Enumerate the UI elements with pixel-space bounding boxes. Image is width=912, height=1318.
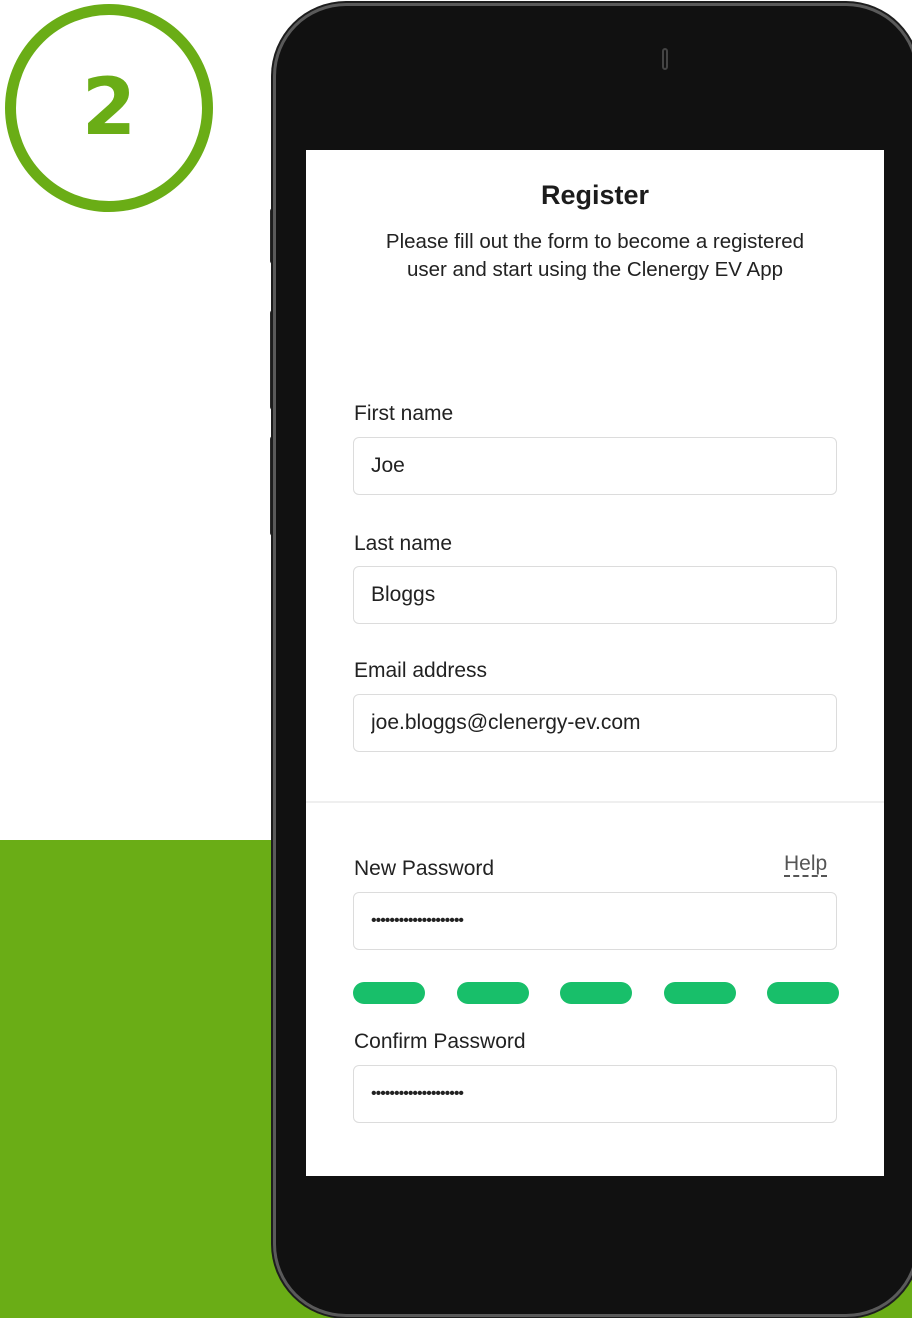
last-name-label: Last name — [354, 532, 453, 555]
first-name-label: First name — [354, 402, 454, 425]
strength-segment — [560, 982, 632, 1004]
email-field[interactable] — [353, 694, 837, 752]
confirm-password-field[interactable] — [353, 1065, 837, 1123]
strength-segment — [456, 982, 529, 1004]
step-number: 2 — [81, 63, 137, 153]
new-password-label: New Password — [354, 857, 495, 880]
last-name-field[interactable] — [353, 566, 837, 624]
page-title: Register — [540, 180, 650, 210]
strength-segment — [353, 982, 425, 1004]
speaker-icon — [662, 48, 668, 70]
password-strength-meter — [353, 982, 839, 1006]
strength-segment — [767, 982, 839, 1004]
register-screen: Register Please fill out the form to bec… — [306, 150, 884, 1176]
password-help-link[interactable]: Help — [784, 852, 827, 876]
confirm-password-label: Confirm Password — [354, 1030, 526, 1053]
step-badge: 2 — [5, 4, 213, 212]
section-divider — [306, 801, 884, 803]
new-password-field[interactable] — [353, 892, 837, 950]
email-label: Email address — [354, 659, 488, 682]
first-name-field[interactable] — [353, 437, 837, 495]
strength-segment — [663, 982, 736, 1004]
page-subtitle: Please fill out the form to become a reg… — [385, 230, 805, 281]
